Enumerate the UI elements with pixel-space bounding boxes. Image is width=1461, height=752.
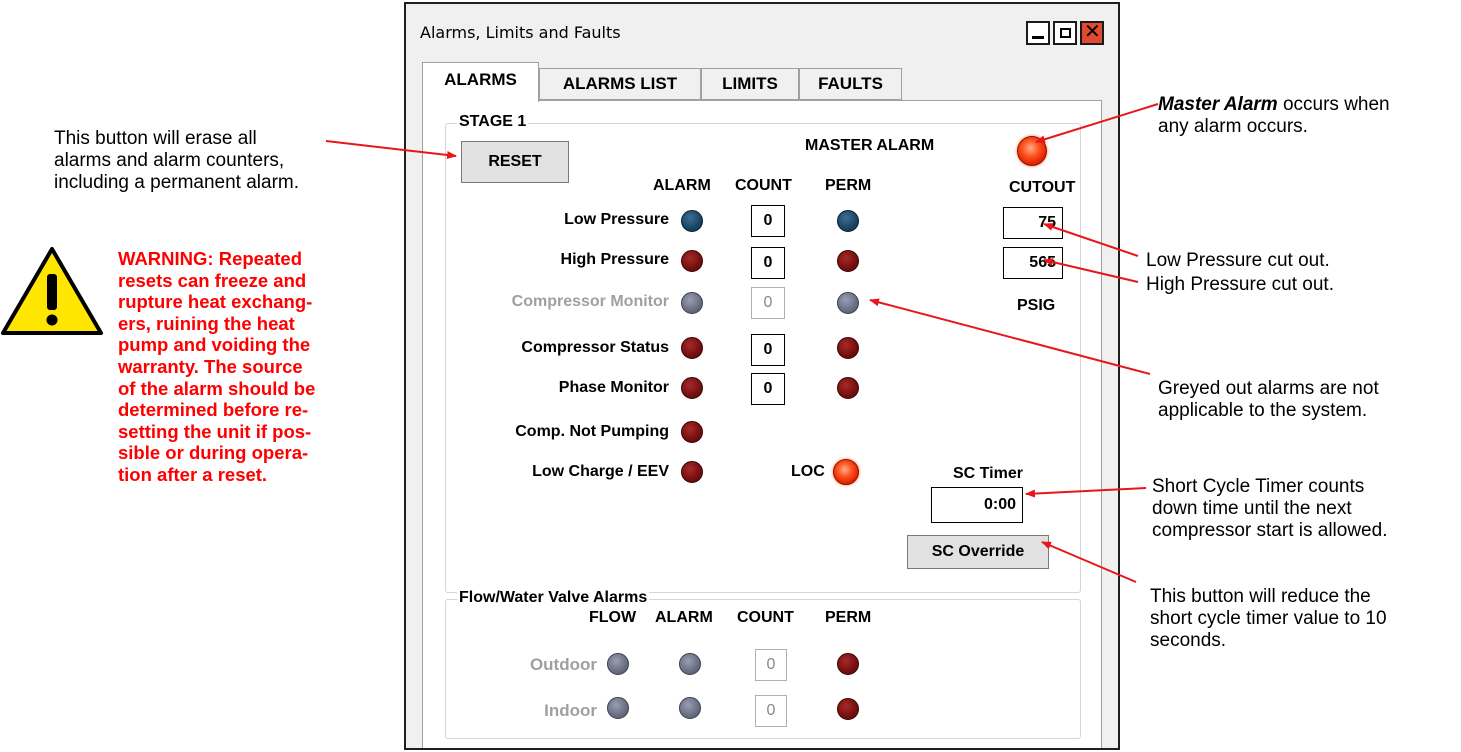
high-cutout-arrow xyxy=(1043,258,1139,283)
sc-override-arrow xyxy=(1041,541,1137,583)
low-cutout-arrow xyxy=(1043,223,1139,257)
master-alarm-arrow xyxy=(1035,103,1159,144)
tab-alarms[interactable]: ALARMS xyxy=(422,62,539,102)
callout-arrows xyxy=(325,103,1159,583)
sc-timer-arrow xyxy=(1025,487,1147,498)
greyed-out-arrow xyxy=(869,298,1151,375)
reset-arrow xyxy=(325,140,457,159)
